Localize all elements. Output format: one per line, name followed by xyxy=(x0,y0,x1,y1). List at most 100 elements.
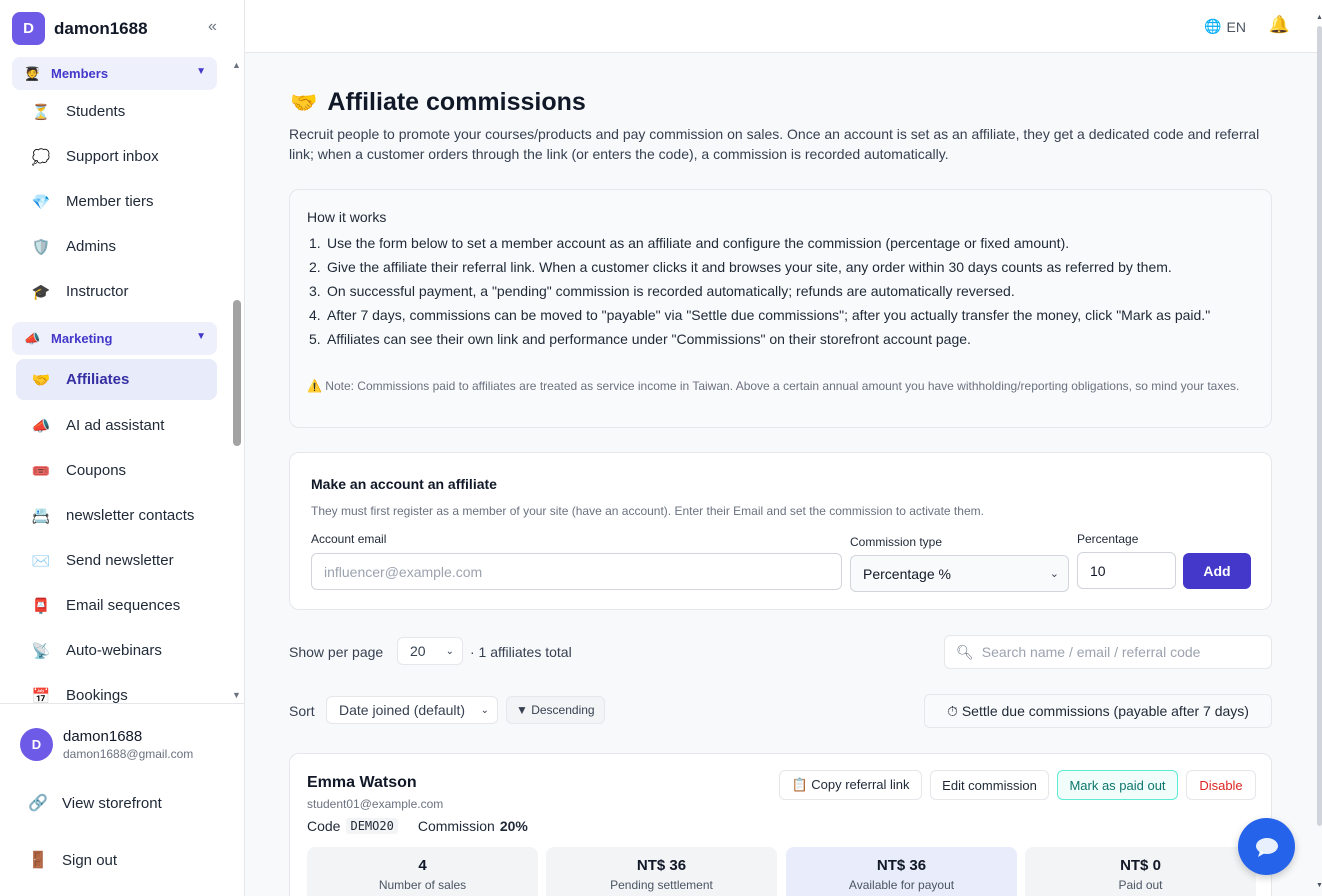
sidebar-nav: 🧑‍🎓 Members ▼ ⏳ Students 💭 Support inbox… xyxy=(0,55,230,703)
list-item: 3. On successful payment, a "pending" com… xyxy=(309,283,1015,299)
link-icon: 🔗 xyxy=(28,795,48,812)
globe-icon: 🌐 xyxy=(1204,18,1222,34)
graduation-figure-icon: 🧑‍🎓 xyxy=(24,65,41,81)
stat-paid-out: NT$ 0 Paid out xyxy=(1025,847,1256,896)
stat-label: Paid out xyxy=(1118,878,1163,892)
percentage-input[interactable]: 10 xyxy=(1077,552,1176,589)
percentage-label: Percentage xyxy=(1077,532,1139,546)
affiliate-name: Emma Watson xyxy=(307,774,417,791)
sort-select[interactable]: Date joined (default) ⌄ xyxy=(326,696,498,724)
search-icon: 🔍︎ xyxy=(956,643,974,660)
page-title-text: Affiliate commissions xyxy=(327,88,586,116)
commission-label: Commission xyxy=(417,818,495,834)
affiliate-meta: Code DEMO20 Commission 20% xyxy=(307,818,528,834)
nav-group-marketing[interactable]: 📣 Marketing ▼ xyxy=(12,322,217,355)
disable-button[interactable]: Disable xyxy=(1186,770,1256,800)
affiliate-card: Emma Watson student01@example.com Code D… xyxy=(289,753,1272,896)
sidebar-item-label: newsletter contacts xyxy=(66,507,195,524)
stat-value: NT$ 0 xyxy=(1120,857,1161,874)
nav-group-members[interactable]: 🧑‍🎓 Members ▼ xyxy=(12,57,217,90)
sidebar-item-send-newsletter[interactable]: ✉️ Send newsletter xyxy=(16,540,217,581)
per-page-select[interactable]: 20 ⌄ xyxy=(397,637,463,665)
scroll-up-arrow-icon[interactable]: ▲ xyxy=(232,60,241,70)
ticket-icon: 🎟️ xyxy=(31,462,51,480)
sidebar-item-auto-webinars[interactable]: 📡 Auto-webinars xyxy=(16,630,217,671)
bell-icon[interactable]: 🔔 xyxy=(1269,15,1290,35)
commission-type-value: Percentage % xyxy=(863,565,951,582)
sidebar-item-label: Send newsletter xyxy=(66,552,174,569)
scrollbar-thumb[interactable] xyxy=(1317,26,1322,826)
sidebar-item-admins[interactable]: 🛡️ Admins xyxy=(16,226,217,267)
avatar: D xyxy=(20,728,53,761)
brand-name: damon1688 xyxy=(54,18,148,38)
stat-pending: NT$ 36 Pending settlement xyxy=(546,847,777,896)
scroll-down-arrow-icon[interactable]: ▼ xyxy=(232,690,241,700)
sidebar-item-email-sequences[interactable]: 📮 Email sequences xyxy=(16,585,217,626)
shield-icon: 🛡️ xyxy=(31,238,51,256)
stat-value: NT$ 36 xyxy=(636,857,687,874)
calendar-icon: 📅 xyxy=(31,687,51,704)
sort-value: Date joined (default) xyxy=(339,702,466,718)
sidebar-item-coupons[interactable]: 🎟️ Coupons xyxy=(16,450,217,491)
sort-label: Sort xyxy=(289,703,315,719)
sidebar-item-newsletter-contacts[interactable]: 📇 newsletter contacts xyxy=(16,495,217,536)
collapse-sidebar-icon[interactable]: « xyxy=(208,18,217,36)
referral-code: DEMO20 xyxy=(346,818,398,834)
chevron-down-icon: ⌄ xyxy=(1049,568,1059,580)
stat-label: Number of sales xyxy=(378,878,467,892)
search-input[interactable]: 🔍︎ Search name / email / referral code xyxy=(944,635,1272,669)
sidebar-item-students[interactable]: ⏳ Students xyxy=(16,91,217,132)
speech-bubble-icon: 💭 xyxy=(31,148,51,166)
sidebar-item-instructor[interactable]: 🎓 Instructor xyxy=(16,271,217,312)
stat-payable: NT$ 36 Available for payout xyxy=(786,847,1017,896)
sidebar-item-label: AI ad assistant xyxy=(66,417,165,434)
stat-label: Pending settlement xyxy=(610,878,713,892)
sidebar-item-label: Auto-webinars xyxy=(66,642,162,659)
per-page-label: Show per page xyxy=(289,644,384,660)
chat-button[interactable] xyxy=(1238,818,1295,875)
email-label: Account email xyxy=(311,532,387,546)
stat-sales: 4 Number of sales xyxy=(307,847,538,896)
graduation-cap-icon: 🎓 xyxy=(31,283,51,301)
language-switcher[interactable]: 🌐 EN xyxy=(1204,18,1246,35)
scroll-up-arrow-icon[interactable]: ▲ xyxy=(1316,14,1322,21)
sidebar-scrollbar[interactable]: ▲ ▼ xyxy=(231,60,242,700)
commission-type-label: Commission type xyxy=(850,535,943,549)
satellite-icon: 📡 xyxy=(31,642,51,660)
search-placeholder: Search name / email / referral code xyxy=(981,644,1201,660)
settle-due-button[interactable]: ⏱ Settle due commissions (payable after … xyxy=(924,694,1272,728)
edit-commission-button[interactable]: Edit commission xyxy=(930,770,1049,800)
how-it-works-steps: 1. Use the form below to set a member acc… xyxy=(309,233,1239,353)
sidebar-footer: D damon1688 damon1688@gmail.com 🔗 View s… xyxy=(0,703,244,896)
sidebar-item-label: Affiliates xyxy=(66,371,130,388)
sidebar: D damon1688 « 🧑‍🎓 Members ▼ ⏳ Students 💭… xyxy=(0,0,245,896)
sidebar-item-label: Email sequences xyxy=(66,597,181,614)
sort-direction-button[interactable]: ▼ Descending xyxy=(506,696,605,724)
caret-down-icon: ▼ xyxy=(196,66,206,77)
copy-referral-link-button[interactable]: 📋 Copy referral link xyxy=(779,770,922,800)
sidebar-item-label: Support inbox xyxy=(66,148,159,165)
list-item: 1. Use the form below to set a member acc… xyxy=(309,235,1070,251)
sidebar-item-label: Bookings xyxy=(66,687,128,703)
page-scrollbar[interactable]: ▲ ▼ xyxy=(1316,0,1322,896)
sidebar-item-ai-ad-assistant[interactable]: 📣 AI ad assistant xyxy=(16,405,217,446)
sidebar-item-support-inbox[interactable]: 💭 Support inbox xyxy=(16,136,217,177)
email-field[interactable]: influencer@example.com xyxy=(311,553,842,590)
sidebar-item-bookings[interactable]: 📅 Bookings xyxy=(16,675,217,703)
sidebar-item-affiliates[interactable]: 🤝 Affiliates xyxy=(16,359,217,400)
add-button[interactable]: Add xyxy=(1183,553,1251,589)
sidebar-item-label: Instructor xyxy=(66,283,129,300)
sidebar-item-member-tiers[interactable]: 💎 Member tiers xyxy=(16,181,217,222)
stat-label: Available for payout xyxy=(848,878,955,892)
scrollbar-thumb[interactable] xyxy=(233,300,241,446)
scroll-down-arrow-icon[interactable]: ▼ xyxy=(1316,882,1322,889)
sign-out-link[interactable]: 🚪 Sign out xyxy=(28,850,117,870)
hourglass-icon: ⏳ xyxy=(31,103,51,121)
mark-paid-button[interactable]: Mark as paid out xyxy=(1057,770,1178,800)
door-icon: 🚪 xyxy=(28,852,48,869)
user-profile[interactable]: D damon1688 damon1688@gmail.com xyxy=(20,728,193,761)
brand[interactable]: D damon1688 xyxy=(12,12,148,45)
commission-type-select[interactable]: Percentage % ⌄ xyxy=(850,555,1069,592)
diamond-icon: 💎 xyxy=(31,193,51,211)
view-storefront-link[interactable]: 🔗 View storefront xyxy=(28,793,162,813)
